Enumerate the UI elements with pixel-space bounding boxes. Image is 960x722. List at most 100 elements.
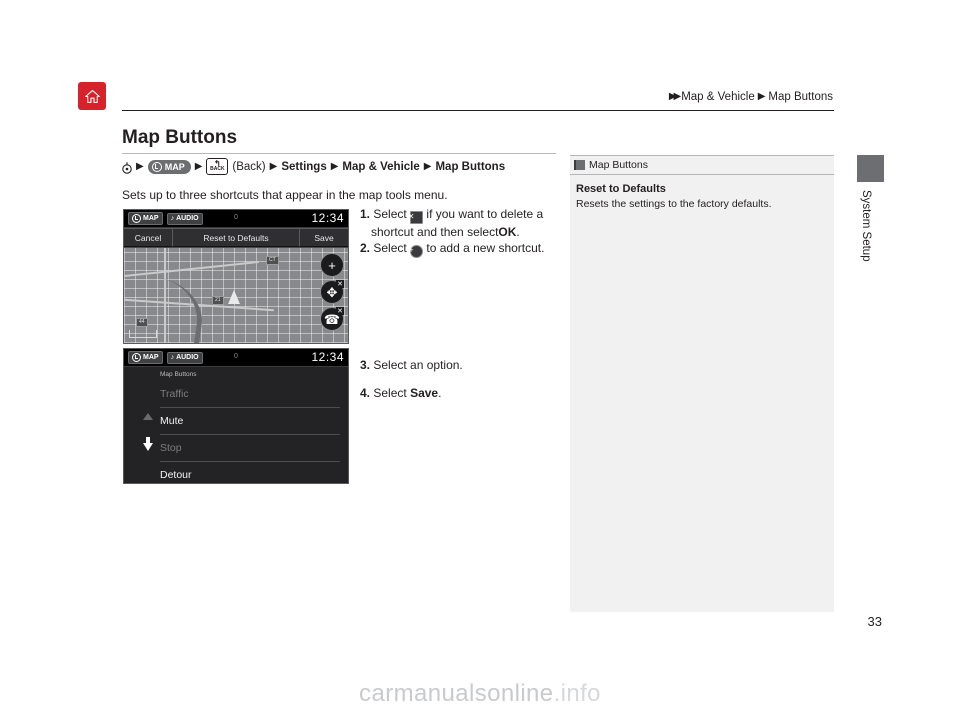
zoom-in-button[interactable]: + [320,253,344,277]
map-buttons-list: Map Buttons Traffic Mute Stop Detour [124,367,348,483]
map-hard-button[interactable]: MAP [147,159,191,174]
steps-group-1: 1. Select ✕ if you want to delete a shor… [360,206,560,258]
map-glyph-icon-2 [132,353,141,362]
step-1-pre: Select [373,207,407,221]
reference-entry-text: Resets the settings to the factory defau… [576,198,772,210]
step-1-number: 1. [360,207,371,221]
home-icon [78,82,106,110]
status-map-tag-1[interactable]: MAP [128,212,163,225]
step-3-number: 3. [360,358,371,372]
step-2-post: to add a new shortcut. [426,241,545,255]
status-map-label-1: MAP [143,214,159,222]
intro-text: Sets up to three shortcuts that appear i… [122,188,448,202]
nav-status-bar-2: MAP ♪ AUDIO 0 12:34 [124,349,348,367]
title-divider [122,153,556,154]
list-title: Map Buttons [160,371,197,378]
status-audio-tag-2[interactable]: ♪ AUDIO [166,351,203,364]
page-number: 33 [867,614,882,629]
nav-status-bar-1: MAP ♪ AUDIO 0 12:34 [124,210,348,228]
section-tab-marker [857,155,884,182]
step-3: 3. Select an option. [360,357,560,373]
cancel-button[interactable]: Cancel [124,228,173,247]
back-text: (Back) [232,160,266,173]
path-arrow-1: ▶ [194,161,203,172]
map-button-glyph-icon [151,161,162,172]
path-arrow-3: ▶ [330,161,339,172]
plus-icon: + [328,257,336,273]
book-icon [574,160,585,170]
shortcut-slot-2[interactable]: ✥ ✕ [320,280,344,304]
list-item-label-3: Detour [160,468,192,481]
status-map-tag-2[interactable]: MAP [128,351,163,364]
list-item-detour[interactable]: Detour [160,461,340,483]
step-4-tail: . [438,386,442,400]
breadcrumb: ▶▶ Map & Vehicle ▶ Map Buttons [669,91,833,103]
watermark: carmanualsonline.info [0,680,960,708]
step-3-text: Select an option. [373,358,463,372]
steering-wheel-icon [122,161,132,174]
step-2-pre: Select [373,241,407,255]
add-icon: + [408,245,424,258]
status-audio-tag-1[interactable]: ♪ AUDIO [166,212,203,225]
page-title: Map Buttons [122,127,238,148]
reference-panel-header: Map Buttons [570,156,834,175]
step-1-tail: . [516,225,520,239]
path-item-settings[interactable]: Settings [281,161,326,173]
list-item-label-2: Stop [160,441,182,454]
map-buttons-list-screen: MAP ♪ AUDIO 0 12:34 Map Buttons Traffic … [123,348,349,484]
status-clock-2: 12:34 [311,350,344,364]
list-item-traffic[interactable]: Traffic [160,380,340,408]
delete-icon: ✕ [408,211,424,224]
path-arrow-0: ▶ [136,161,144,172]
watermark-main: carmanualsonline [359,680,554,707]
status-audio-label-1: AUDIO [176,214,199,222]
breadcrumb-item-1: Map Buttons [768,91,833,103]
step-1-bold-tail: OK [498,225,517,239]
status-center-value-2: 0 [234,353,238,360]
back-button-label: BACK [210,166,225,172]
music-note-icon-2: ♪ [170,353,175,361]
reference-panel-header-label: Map Buttons [589,159,648,171]
reference-panel-body: Reset to Defaults Resets the settings to… [570,175,834,210]
map-badge-1: 21 [212,296,224,305]
map-button-label: MAP [164,161,185,172]
status-center-value-1: 0 [234,214,238,221]
delete-icon-2[interactable]: ✕ [336,307,344,315]
music-note-icon: ♪ [170,214,175,222]
map-badge-2: 44 [136,318,148,327]
step-1: 1. Select ✕ if you want to delete a shor… [360,206,560,240]
delete-icon[interactable]: ✕ [336,280,344,288]
reset-to-defaults-button[interactable]: Reset to Defaults [173,228,300,247]
step-4: 4. Select Save. [360,385,560,401]
back-hard-button[interactable]: ↰ BACK [206,158,229,175]
list-item-mute[interactable]: Mute [160,407,340,435]
status-map-label-2: MAP [143,353,159,361]
header-divider [122,110,834,111]
save-button[interactable]: Save [300,228,348,247]
path-arrow-2: ▶ [269,161,278,172]
breadcrumb-item-0: Map & Vehicle [681,91,755,103]
scroll-down-arrow-icon[interactable] [143,443,153,451]
shortcut-slot-3[interactable]: ☎ ✕ [320,307,344,331]
reference-panel: Map Buttons Reset to Defaults Resets the… [570,155,834,612]
navigation-path: ▶ MAP ▶ ↰ BACK (Back) ▶ Settings ▶ Map &… [122,158,505,175]
path-arrow-4: ▶ [423,161,432,172]
reference-entry-title: Reset to Defaults [576,183,666,195]
edit-toolbar: Cancel Reset to Defaults Save [124,228,348,248]
list-item-label-0: Traffic [160,387,189,400]
list-item-label-1: Mute [160,414,184,427]
path-item-map-buttons[interactable]: Map Buttons [435,161,505,173]
map-canvas[interactable]: CT 21 44 + ✥ ✕ ☎ ✕ [124,248,348,343]
list-item-stop[interactable]: Stop [160,434,340,462]
step-4-number: 4. [360,386,371,400]
path-item-map-vehicle[interactable]: Map & Vehicle [342,161,419,173]
section-tab-label: System Setup [860,190,872,262]
map-scale-bar [129,330,157,338]
step-2: 2. Select + to add a new shortcut. [360,240,560,258]
breadcrumb-arrow-1: ▶▶ [668,91,682,102]
step-2-number: 2. [360,241,371,255]
map-glyph-icon [132,214,141,223]
breadcrumb-arrow-2: ▶ [757,91,766,102]
scroll-up-arrow-icon[interactable] [143,413,153,420]
map-edit-screen: MAP ♪ AUDIO 0 12:34 Cancel Reset to Defa… [123,209,349,344]
